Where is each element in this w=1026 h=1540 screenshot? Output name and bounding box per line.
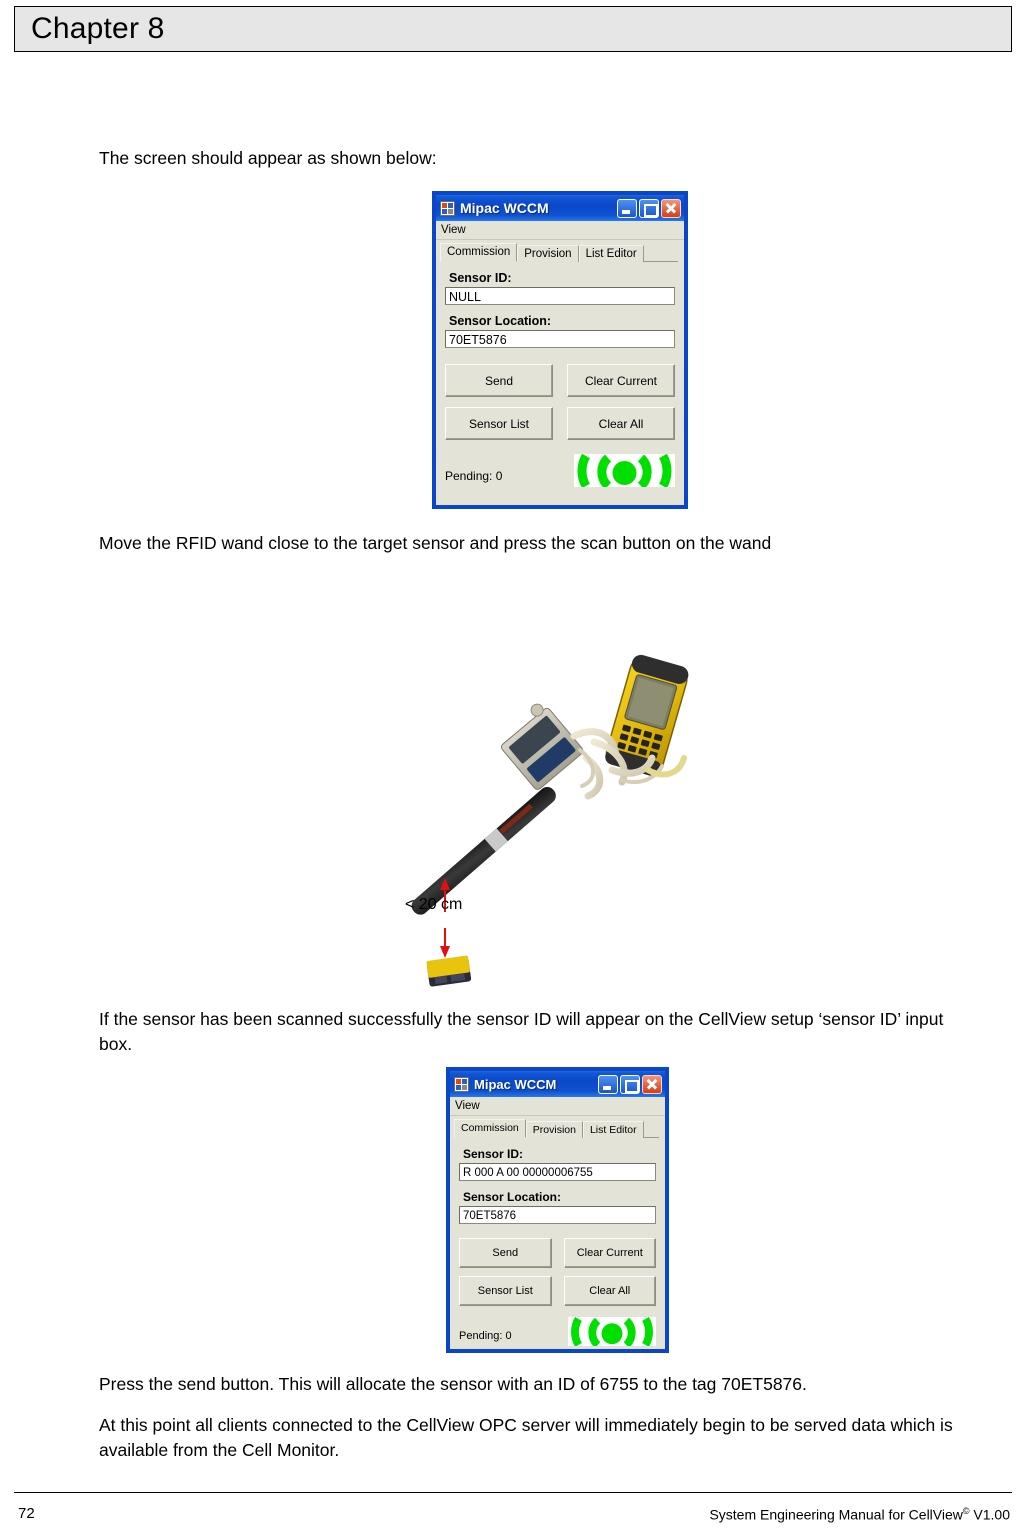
window-title: Mipac WCCM	[474, 1076, 557, 1092]
status-row: Pending: 0	[459, 1317, 656, 1346]
tab-strip: Commission Provision List Editor	[436, 240, 684, 262]
close-icon[interactable]	[661, 198, 681, 218]
commission-panel: Sensor ID: R 000 A 00 00000006755 Sensor…	[450, 1138, 665, 1349]
minimize-button[interactable]	[617, 198, 637, 218]
sensor-list-button[interactable]: Sensor List	[445, 407, 553, 440]
wccm-dialog-initial[interactable]: Mipac WCCM View Commission Provision Lis…	[433, 192, 687, 508]
sensor-location-input[interactable]: 70ET5876	[459, 1206, 656, 1224]
action-buttons: Send Clear Current Sensor List Clear All	[445, 364, 675, 440]
footer-divider	[14, 1492, 1012, 1493]
commission-panel: Sensor ID: NULL Sensor Location: 70ET587…	[436, 262, 684, 505]
window-titlebar[interactable]: Mipac WCCM	[436, 195, 684, 221]
paragraph-press-send: Press the send button. This will allocat…	[99, 1374, 807, 1394]
tab-commission[interactable]: Commission	[454, 1119, 526, 1138]
tab-provision[interactable]: Provision	[517, 245, 579, 262]
chapter-header: Chapter 8	[14, 6, 1012, 52]
footer-page-number: 72	[18, 1505, 35, 1522]
paragraph-scanned: If the sensor has been scanned successfu…	[99, 1009, 944, 1054]
send-button[interactable]: Send	[445, 364, 553, 397]
paragraph-move-wand: Move the RFID wand close to the target s…	[99, 533, 772, 553]
copyright-symbol: ©	[962, 1506, 970, 1516]
sensor-id-input[interactable]: R 000 A 00 00000006755	[459, 1163, 656, 1181]
clear-all-button[interactable]: Clear All	[567, 407, 675, 440]
maximize-button[interactable]	[639, 198, 659, 218]
rfid-wave-logo-icon	[568, 1317, 656, 1346]
paragraph-opc-note: At this point all clients connected to t…	[99, 1415, 953, 1460]
app-icon	[440, 200, 455, 216]
sensor-id-input[interactable]: NULL	[445, 287, 675, 305]
footer-manual-version: V1.00	[969, 1506, 1010, 1523]
action-buttons: Send Clear Current Sensor List Clear All	[459, 1238, 656, 1306]
tab-strip: Commission Provision List Editor	[450, 1116, 665, 1138]
window-controls	[617, 198, 682, 218]
rfid-wand-photo: < 20 cm	[390, 630, 720, 990]
sensor-location-input[interactable]: 70ET5876	[445, 330, 675, 348]
sensor-id-label: Sensor ID:	[449, 271, 512, 285]
menu-item-view[interactable]: View	[441, 224, 466, 236]
maximize-button[interactable]	[620, 1074, 640, 1094]
pending-status: Pending: 0	[445, 469, 503, 483]
menu-item-view[interactable]: View	[455, 1100, 480, 1112]
clear-current-button[interactable]: Clear Current	[563, 1238, 656, 1268]
wccm-dialog-scanned[interactable]: Mipac WCCM View Commission Provision Lis…	[447, 1068, 668, 1352]
rfid-wave-logo-icon	[574, 454, 675, 487]
minimize-button[interactable]	[598, 1074, 618, 1094]
status-row: Pending: 0	[445, 454, 675, 487]
close-icon[interactable]	[642, 1074, 662, 1094]
footer-manual-title: System Engineering Manual for CellView© …	[709, 1506, 1010, 1523]
menu-bar: View	[436, 221, 684, 240]
clear-current-button[interactable]: Clear Current	[567, 364, 675, 397]
sensor-list-button[interactable]: Sensor List	[459, 1276, 552, 1306]
paragraph-intro: The screen should appear as shown below:	[99, 148, 437, 168]
sensor-location-label: Sensor Location:	[463, 1190, 562, 1204]
tab-provision[interactable]: Provision	[525, 1121, 583, 1138]
window-titlebar[interactable]: Mipac WCCM	[450, 1071, 665, 1097]
window-controls	[598, 1074, 663, 1094]
footer-manual-prefix: System Engineering Manual for CellView	[709, 1506, 963, 1523]
app-icon	[454, 1076, 469, 1092]
sensor-id-label: Sensor ID:	[463, 1147, 524, 1161]
menu-bar: View	[450, 1097, 665, 1116]
tab-commission[interactable]: Commission	[440, 243, 518, 262]
tab-list-editor[interactable]: List Editor	[578, 245, 644, 262]
window-title: Mipac WCCM	[460, 200, 549, 216]
page-title: Chapter 8	[31, 12, 165, 45]
distance-annotation: < 20 cm	[405, 896, 463, 913]
clear-all-button[interactable]: Clear All	[563, 1276, 656, 1306]
pending-status: Pending: 0	[459, 1330, 512, 1342]
send-button[interactable]: Send	[459, 1238, 552, 1268]
tab-list-editor[interactable]: List Editor	[582, 1121, 644, 1138]
sensor-location-label: Sensor Location:	[449, 314, 552, 328]
